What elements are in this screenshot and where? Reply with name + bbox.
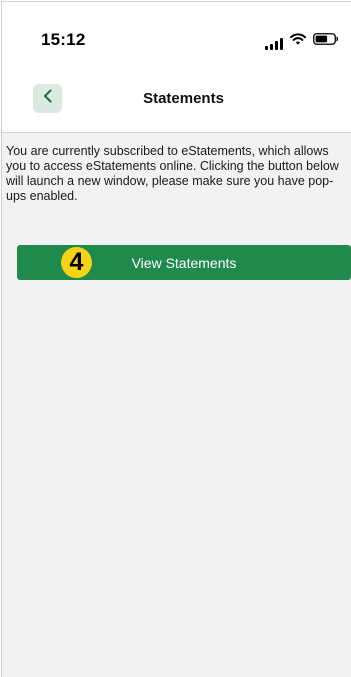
page-title: Statements [143, 90, 224, 107]
subscription-description: You are currently subscribed to eStateme… [6, 144, 339, 203]
battery-icon [313, 32, 339, 50]
status-bar: 15:12 [2, 2, 351, 64]
main-content: You are currently subscribed to eStateme… [2, 133, 351, 677]
nav-bar: Statements [2, 64, 351, 133]
step-number-badge: 4 [61, 247, 92, 278]
phone-screen: 15:12 Statements You are currently subsc… [1, 1, 351, 677]
status-icons [265, 32, 339, 50]
status-time: 15:12 [41, 30, 86, 49]
wifi-icon [290, 32, 306, 50]
cellular-signal-icon [265, 38, 283, 50]
